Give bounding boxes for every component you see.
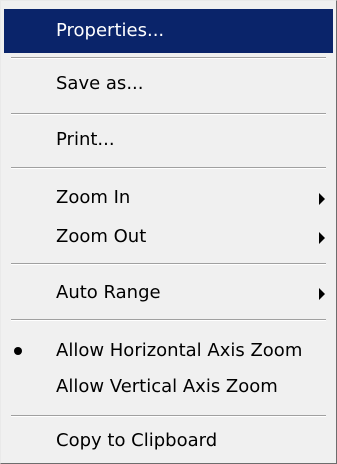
menu-separator xyxy=(11,319,326,321)
menu-item-save-as[interactable]: Save as... xyxy=(4,62,333,106)
menu-item-label: Copy to Clipboard xyxy=(56,430,218,451)
menu-item-properties[interactable]: Properties... xyxy=(4,9,333,53)
menu-item-label: Auto Range xyxy=(56,282,161,303)
menu-separator xyxy=(11,113,326,115)
menu-item-label: Zoom Out xyxy=(56,226,147,247)
menu-item-label: Properties... xyxy=(56,20,165,41)
chevron-right-icon xyxy=(319,193,325,205)
menu-item-auto-range[interactable]: Auto Range xyxy=(4,271,333,315)
menu-item-label: Zoom In xyxy=(56,187,131,208)
menu-item-print[interactable]: Print... xyxy=(4,118,333,162)
chevron-right-icon xyxy=(319,232,325,244)
menu-separator xyxy=(11,415,326,417)
context-menu: Properties... Save as... Print... Zoom I… xyxy=(0,0,337,464)
menu-item-allow-vertical-axis-zoom[interactable]: Allow Vertical Axis Zoom xyxy=(4,365,333,409)
chevron-right-icon xyxy=(319,288,325,300)
menu-separator xyxy=(11,263,326,265)
menu-item-label: Print... xyxy=(56,129,115,150)
menu-item-zoom-in[interactable]: Zoom In xyxy=(4,176,333,220)
menu-item-copy-to-clipboard[interactable]: Copy to Clipboard xyxy=(4,419,333,463)
menu-item-label: Save as... xyxy=(56,73,144,94)
radio-dot-icon xyxy=(14,347,22,355)
menu-separator xyxy=(11,57,326,59)
menu-separator xyxy=(11,167,326,169)
menu-item-label: Allow Vertical Axis Zoom xyxy=(56,376,278,397)
menu-item-zoom-out[interactable]: Zoom Out xyxy=(4,215,333,259)
